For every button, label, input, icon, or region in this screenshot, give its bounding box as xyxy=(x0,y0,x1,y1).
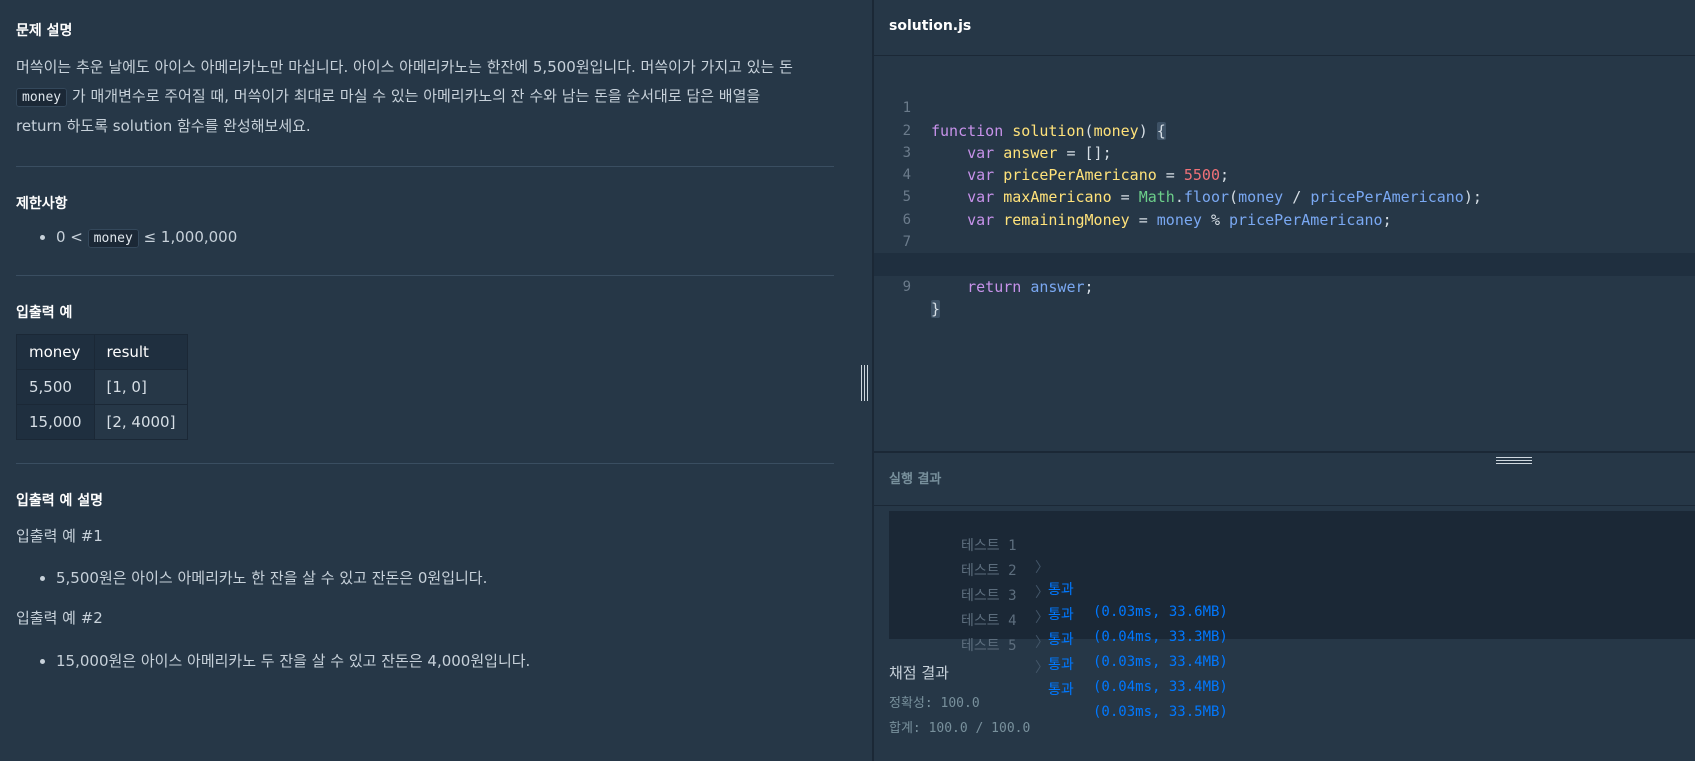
chevron-right-icon: 〉 xyxy=(1035,635,1049,651)
results-title: 실행 결과 xyxy=(889,472,942,487)
code-line: 5 var remainingMoney = money % pricePerA… xyxy=(874,164,1695,228)
example2-list: 15,000원은 아이스 아메리카노 두 잔을 살 수 있고 잔돈은 4,000… xyxy=(16,650,530,672)
io-examples-table: money result 5,500 [1, 0] 15,000 [2, 400… xyxy=(16,334,189,440)
accuracy-text: 정확성: 100.0 xyxy=(889,696,980,711)
problem-title: 문제 설명 xyxy=(16,23,73,39)
constraints-title: 제한사항 xyxy=(16,196,68,212)
test-results: 테스트 1 〉 통과 (0.03ms, 33.6MB) 테스트 2 〉 통과 (… xyxy=(889,511,1695,720)
editor-panel: solution.js 1 function solution(money) {… xyxy=(874,0,1695,761)
money-code: money xyxy=(16,88,68,107)
example1-list: 5,500원은 아이스 아메리카노 한 잔을 살 수 있고 잔돈은 0원입니다. xyxy=(16,567,487,589)
constraint-item: 0 < money ≤ 1,000,000 xyxy=(40,226,237,250)
code-line-active: 9 } xyxy=(874,253,1695,318)
description-text-2: 가 매개변수로 주어질 때, 머쓱이가 최대로 마실 수 있는 아메리카노의 잔… xyxy=(71,87,761,105)
description-text-3: return 하도록 solution 함수를 완성해보세요. xyxy=(16,117,311,135)
vertical-resize-handle[interactable] xyxy=(859,365,871,401)
test-row: 테스트 4 〉 통과 (0.04ms, 33.4MB) xyxy=(961,613,1228,695)
table-cell: [1, 0] xyxy=(93,369,189,405)
divider xyxy=(874,505,1695,506)
chevron-right-icon: 〉 xyxy=(1035,585,1049,601)
table-row: 15,000 [2, 4000] xyxy=(16,404,189,440)
test-row: 테스트 2 〉 통과 (0.04ms, 33.3MB) xyxy=(961,563,1228,645)
test-row: 테스트 1 〉 통과 (0.03ms, 33.6MB) xyxy=(961,538,1228,620)
problem-panel[interactable]: 문제 설명 머쓱이는 추운 날에도 아이스 아메리카노만 마십니다. 아이스 아… xyxy=(0,0,872,761)
code-line: 3 var pricePerAmericano = 5500; xyxy=(874,120,1695,184)
chevron-right-icon: 〉 xyxy=(1035,660,1049,676)
chevron-right-icon: 〉 xyxy=(1035,560,1049,576)
table-row: 5,500 [1, 0] xyxy=(16,369,189,405)
list-item: 5,500원은 아이스 아메리카노 한 잔을 살 수 있고 잔돈은 0원입니다. xyxy=(40,567,487,589)
code-line: 1 function solution(money) { xyxy=(874,75,1695,140)
app-root: 문제 설명 머쓱이는 추운 날에도 아이스 아메리카노만 마십니다. 아이스 아… xyxy=(0,0,1695,761)
code-line: 6 xyxy=(874,186,1695,228)
file-tab-solution[interactable]: solution.js xyxy=(889,18,971,34)
table-cell: 5,500 xyxy=(16,369,95,405)
divider xyxy=(874,55,1695,56)
list-item: 15,000원은 아이스 아메리카노 두 잔을 살 수 있고 잔돈은 4,000… xyxy=(40,650,530,672)
example2-title: 입출력 예 #2 xyxy=(16,609,103,627)
grade-title: 채점 결과 xyxy=(889,664,949,682)
total-text: 합계: 100.0 / 100.0 xyxy=(889,721,1031,736)
constraints-list: 0 < money ≤ 1,000,000 xyxy=(16,226,237,250)
example1-title: 입출력 예 #1 xyxy=(16,527,103,545)
test-row: 테스트 3 〉 통과 (0.03ms, 33.4MB) xyxy=(961,588,1228,670)
code-line: 4 var maxAmericano = Math.floor(money / … xyxy=(874,142,1695,206)
code-line: 8 return answer; xyxy=(874,231,1695,295)
chevron-right-icon: 〉 xyxy=(1035,610,1049,626)
table-header: money xyxy=(16,334,95,370)
horizontal-resize-handle[interactable] xyxy=(1496,455,1532,467)
problem-description: 머쓱이는 추운 날에도 아이스 아메리카노만 마십니다. 아이스 아메리카노는 … xyxy=(16,53,846,141)
io-explanation-title: 입출력 예 설명 xyxy=(16,493,104,509)
table-header: result xyxy=(93,334,189,370)
divider xyxy=(16,463,834,464)
money-code: money xyxy=(87,229,139,248)
code-line: 2 var answer = []; xyxy=(874,97,1695,162)
table-cell: [2, 4000] xyxy=(93,404,189,440)
horizontal-splitter[interactable] xyxy=(874,451,1695,453)
table-header-row: money result xyxy=(16,334,189,370)
io-examples-title: 입출력 예 xyxy=(16,305,73,321)
table-cell: 15,000 xyxy=(16,404,95,440)
code-editor[interactable]: 1 function solution(money) { 2 var answe… xyxy=(874,75,1695,445)
divider xyxy=(16,166,834,167)
test-row: 테스트 5 〉 통과 (0.03ms, 33.5MB) xyxy=(961,638,1228,720)
divider xyxy=(16,275,834,276)
description-text-1: 머쓱이는 추운 날에도 아이스 아메리카노만 마십니다. 아이스 아메리카노는 … xyxy=(16,58,793,76)
code-line: 7 answer = [maxAmericano, remainingMoney… xyxy=(874,209,1695,273)
line-number: 9 xyxy=(902,278,911,295)
